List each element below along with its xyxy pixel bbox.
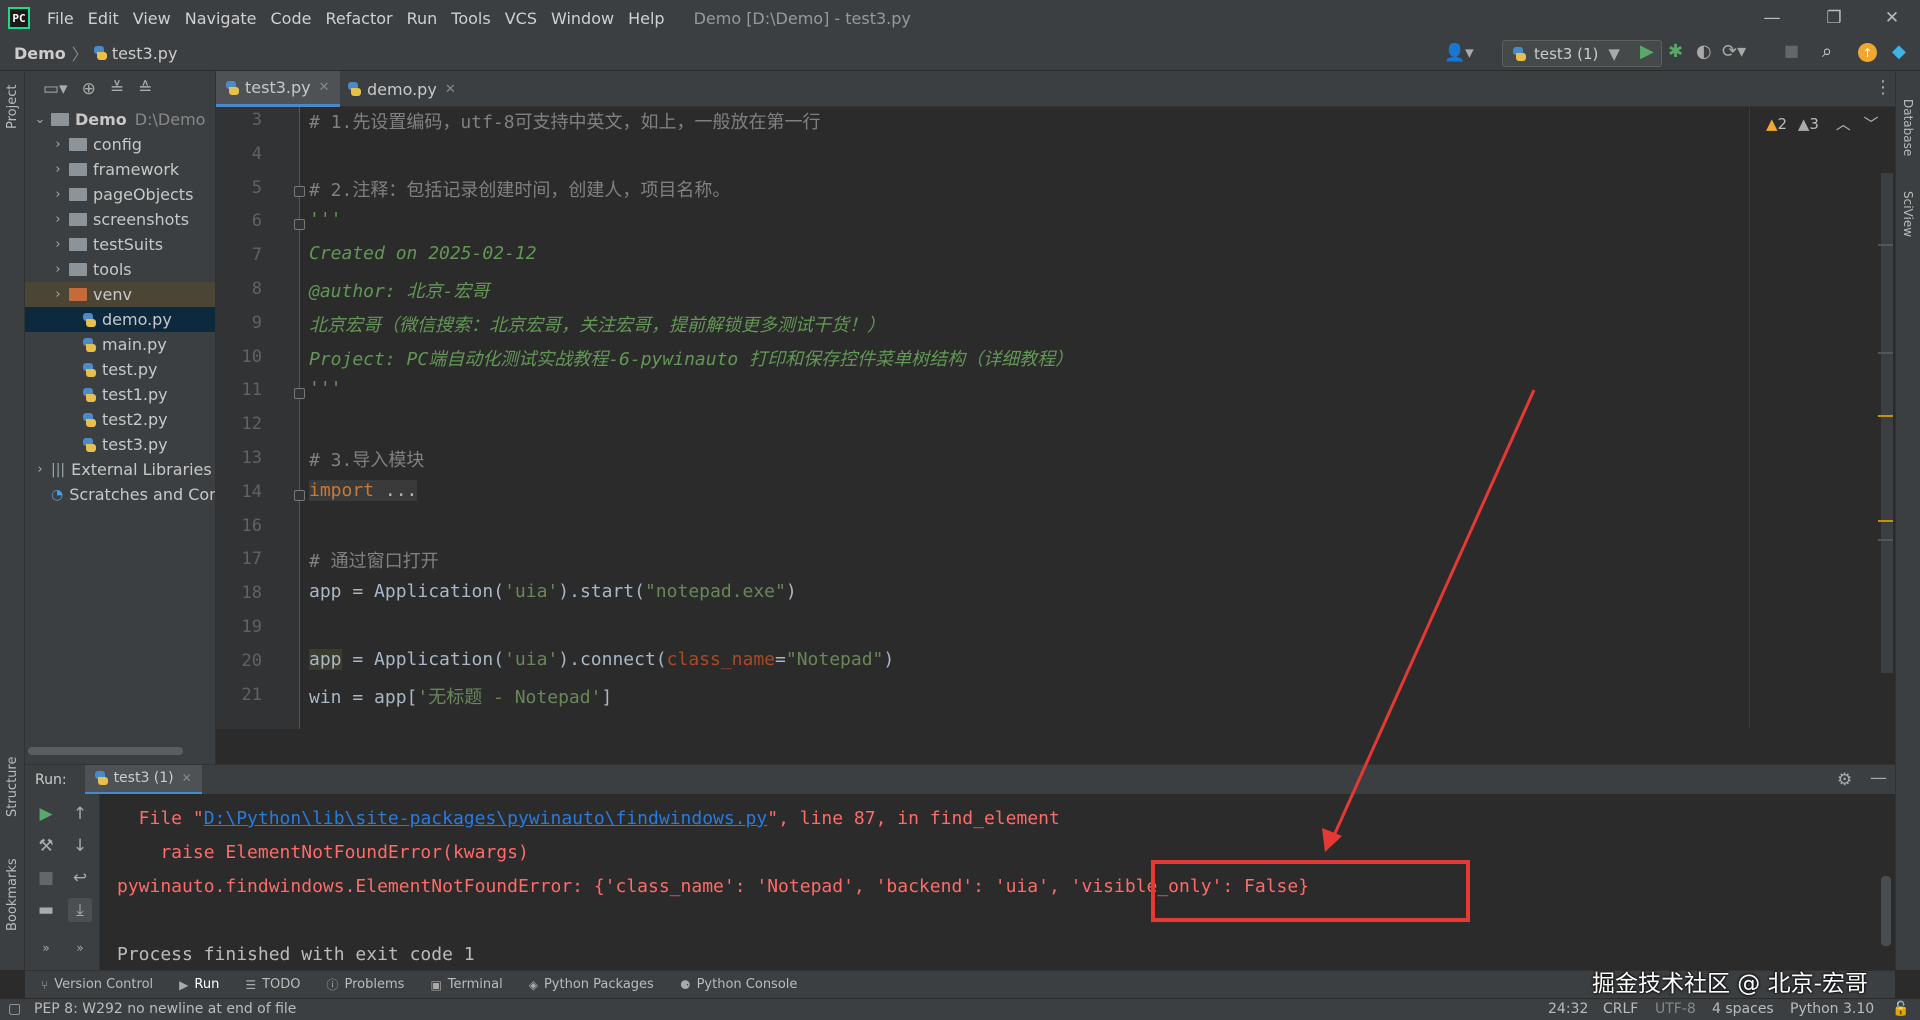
- annotation-arrow: [1322, 389, 1536, 852]
- watermark: 掘金技术社区 @ 北京-宏哥: [1592, 971, 1868, 997]
- annotation-box: [1151, 860, 1470, 922]
